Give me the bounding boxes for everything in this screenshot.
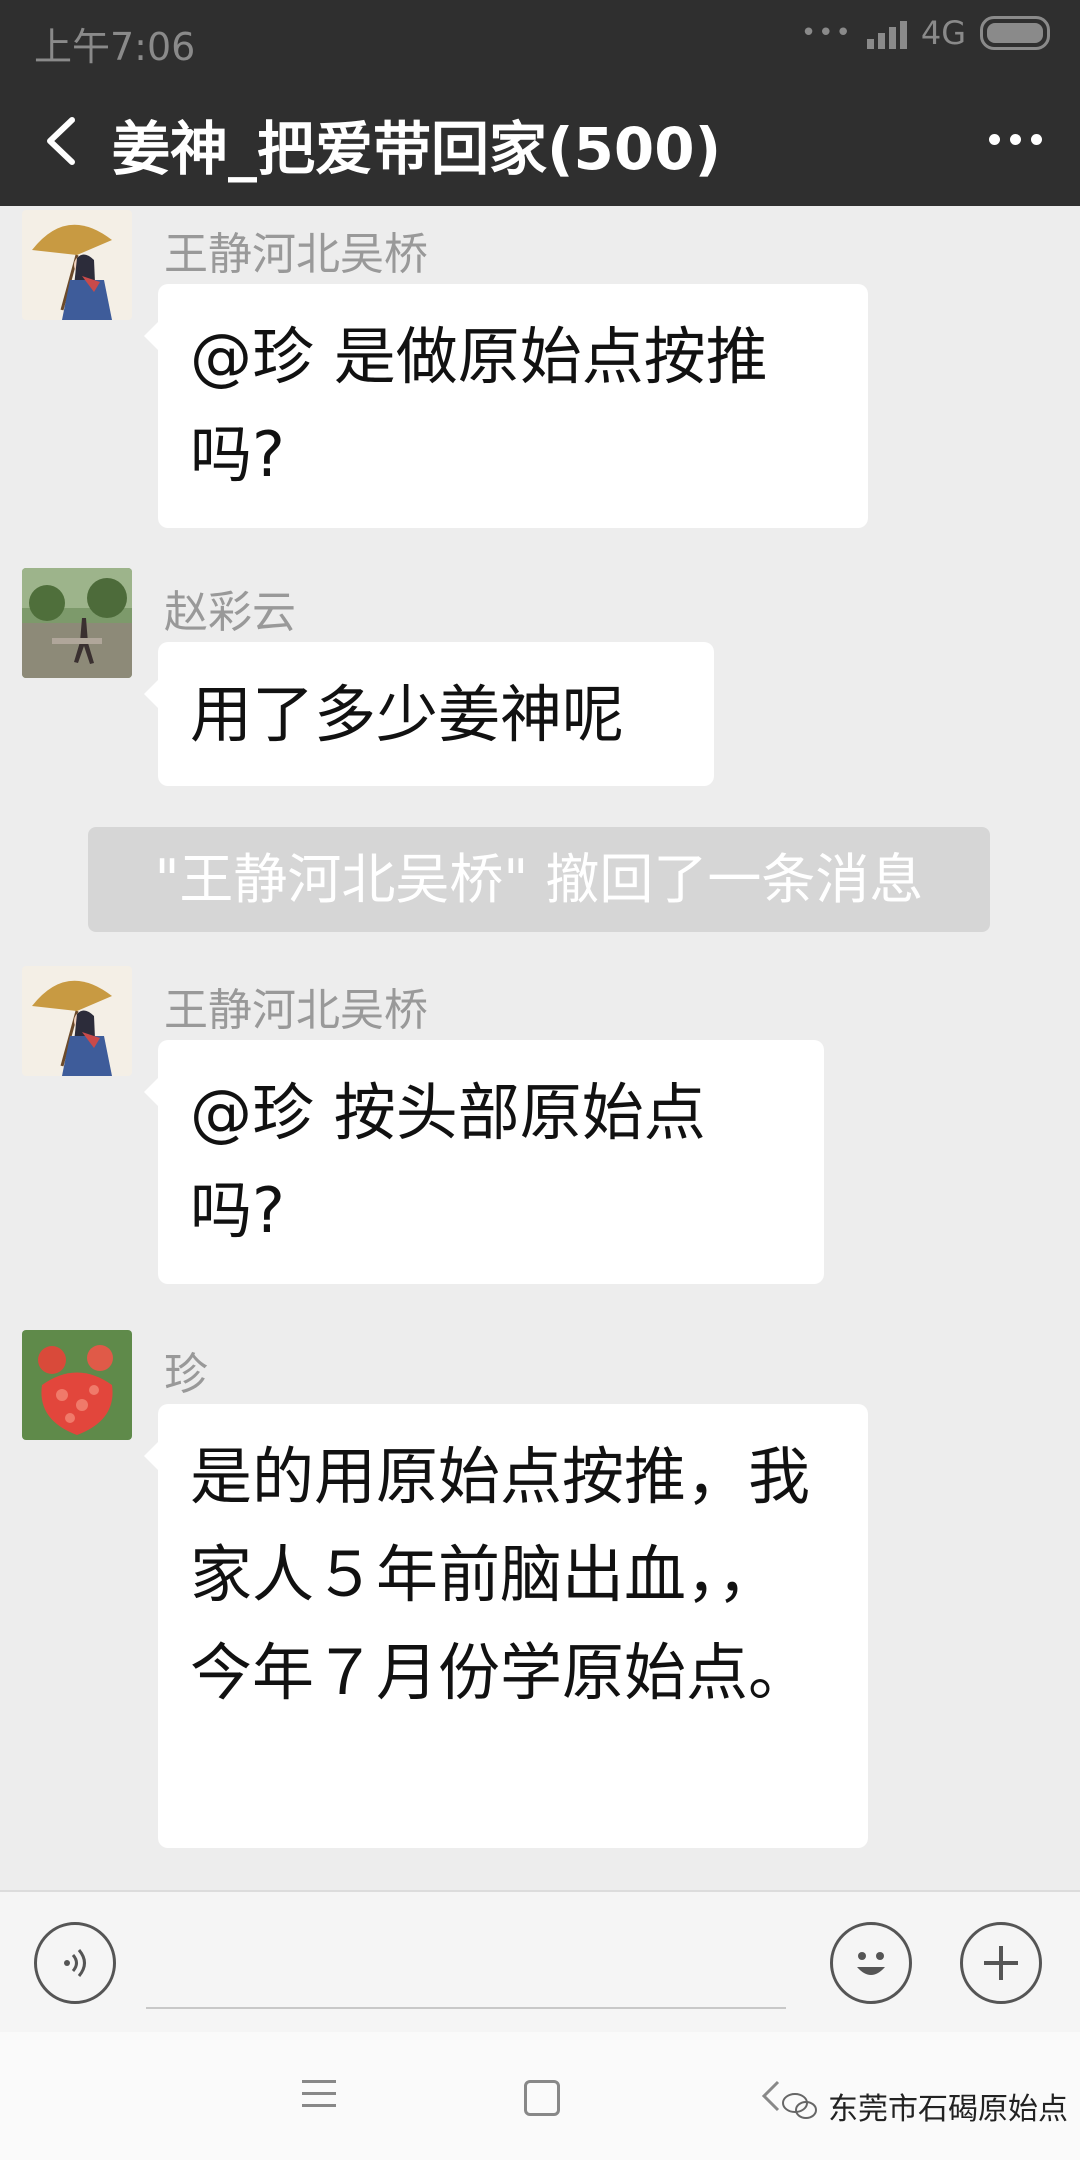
input-bar xyxy=(0,1890,1080,2034)
more-options-button[interactable] xyxy=(989,134,1042,145)
recall-notice: "王静河北吴桥" 撤回了一条消息 xyxy=(88,827,990,932)
message-sender: 珍 xyxy=(164,1349,208,1400)
watermark-text: 东莞市石碣原始点 xyxy=(828,2092,1068,2127)
signal-icon xyxy=(866,17,907,49)
avatar[interactable] xyxy=(22,1330,132,1440)
voice-input-button[interactable] xyxy=(34,1922,116,2004)
status-time: 上午7:06 xyxy=(34,25,196,69)
more-dots-icon xyxy=(989,134,1000,145)
voice-icon xyxy=(64,1949,86,1977)
message-bubble[interactable]: 是的用原始点按推，我家人５年前脑出血，，今年７月份学原始点。 xyxy=(144,1404,868,1848)
avatar[interactable] xyxy=(22,966,132,1076)
battery-icon xyxy=(980,16,1050,50)
avatar[interactable] xyxy=(22,210,132,320)
message-sender: 王静河北吴桥 xyxy=(164,985,428,1036)
emoji-button[interactable] xyxy=(830,1922,912,2004)
message-bubble[interactable]: 用了多少姜神呢 xyxy=(144,642,714,786)
status-bar: 上午7:06 ••• 4G xyxy=(0,0,1080,76)
notification-dots-icon: ••• xyxy=(800,18,853,48)
message-bubble[interactable]: @珍 是做原始点按推吗? xyxy=(144,284,868,528)
plus-icon xyxy=(984,1946,1018,1980)
chat-area[interactable]: 王静河北吴桥 @珍 是做原始点按推吗? 赵彩云 用了多少姜神呢 "王静河北吴桥"… xyxy=(0,206,1080,1890)
status-indicators: ••• 4G xyxy=(801,14,1050,52)
message-input[interactable] xyxy=(146,2007,786,2009)
wechat-logo-icon xyxy=(782,2093,817,2119)
watermark: 东莞市石碣原始点 xyxy=(782,2084,1068,2128)
back-button[interactable] xyxy=(30,106,100,176)
more-functions-button[interactable] xyxy=(960,1922,1042,2004)
message-sender: 王静河北吴桥 xyxy=(164,229,428,280)
home-button[interactable] xyxy=(524,2080,560,2116)
message-sender: 赵彩云 xyxy=(164,587,296,638)
emoji-icon xyxy=(857,1952,885,1975)
system-navigation-bar: 东莞市石碣原始点 xyxy=(0,2032,1080,2160)
message-bubble[interactable]: @珍 按头部原始点吗? xyxy=(144,1040,824,1284)
recent-apps-button[interactable] xyxy=(302,2080,336,2116)
chat-header: 姜神_把爱带回家(500) xyxy=(0,76,1080,206)
chat-title: 姜神_把爱带回家(500) xyxy=(112,115,722,183)
avatar[interactable] xyxy=(22,568,132,678)
network-type: 4G xyxy=(920,14,966,52)
chevron-left-icon xyxy=(47,117,75,165)
